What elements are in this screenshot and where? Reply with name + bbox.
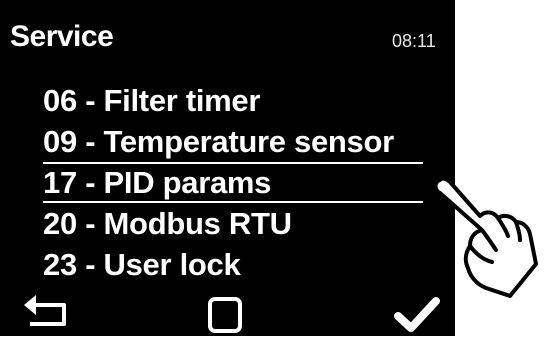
back-button[interactable] [22,292,74,337]
pointing-hand-icon [433,176,538,298]
back-arrow-icon [24,295,66,326]
square-button[interactable] [207,296,243,339]
page-title: Service [10,20,114,53]
softkey-bar [0,288,455,336]
service-menu: 06 - Filter timer 09 - Temperature senso… [43,80,423,285]
square-icon [208,297,242,333]
menu-item-filter-timer[interactable]: 06 - Filter timer [43,80,423,121]
menu-item-temperature-sensor[interactable]: 09 - Temperature sensor [43,121,423,162]
menu-item-modbus-rtu[interactable]: 20 - Modbus RTU [43,203,423,244]
device-screen: Service 08:11 06 - Filter timer 09 - Tem… [0,0,455,336]
menu-item-pid-params[interactable]: 17 - PID params [43,162,423,203]
menu-item-user-lock[interactable]: 23 - User lock [43,244,423,285]
clock: 08:11 [392,31,436,51]
